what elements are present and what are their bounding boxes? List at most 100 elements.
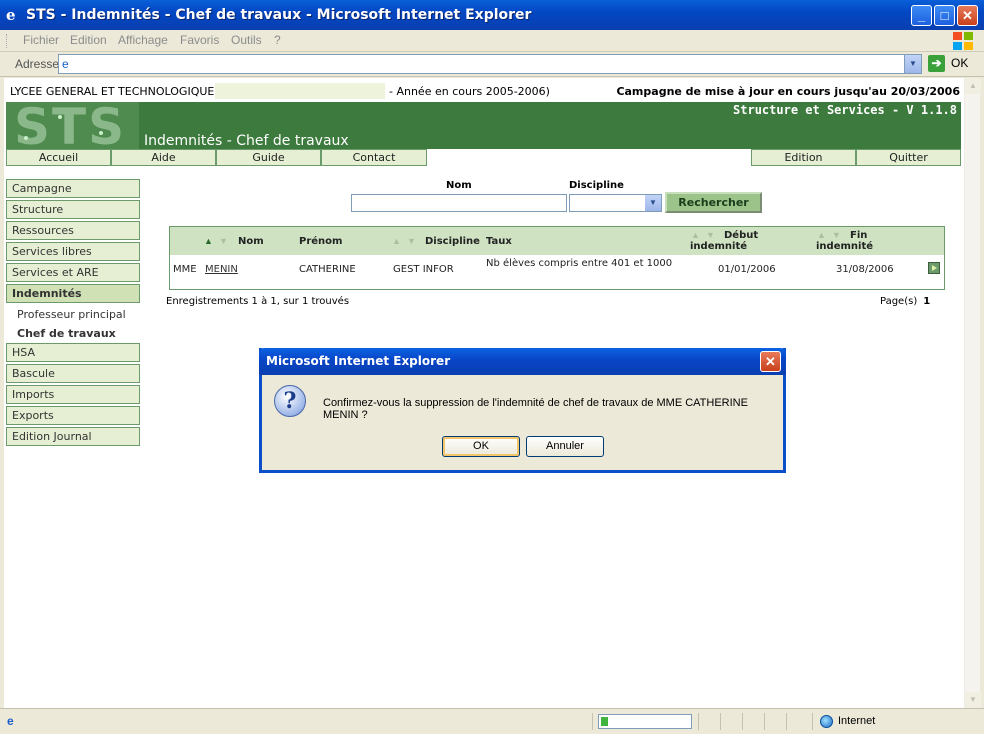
tab-contact[interactable]: Contact <box>321 149 427 166</box>
results-table: ▲ ▼ Nom Prénom ▲ ▼ Discipline Taux ▲ ▼ D… <box>169 226 945 290</box>
school-name: LYCEE GENERAL ET TECHNOLOGIQUE <box>10 85 215 98</box>
dialog-message: Confirmez-vous la suppression de l'indem… <box>323 397 748 421</box>
search-nom-label: Nom <box>446 180 472 191</box>
sidebar-item-edition-journal[interactable]: Edition Journal <box>6 427 140 446</box>
sidebar-item-bascule[interactable]: Bascule <box>6 364 140 383</box>
logo-dot <box>24 136 28 140</box>
address-bar: Adresse e ▼ ➔ OK <box>0 52 984 77</box>
internet-globe-icon <box>820 715 833 728</box>
app-version: Structure et Services - V 1.1.8 <box>733 103 957 117</box>
progress-fill <box>601 717 608 726</box>
search-nom-input[interactable] <box>351 194 567 212</box>
logo-dot <box>99 131 103 135</box>
search-discipline-label: Discipline <box>569 180 624 191</box>
sort-desc-icon[interactable]: ▼ <box>219 236 228 246</box>
records-count: Enregistrements 1 à 1, sur 1 trouvés <box>166 296 350 307</box>
school-year: - Année en cours 2005-2006) <box>389 85 550 98</box>
maximize-button[interactable]: □ <box>934 5 955 26</box>
minimize-button[interactable]: _ <box>911 5 932 26</box>
search-discipline-select[interactable]: ▼ <box>569 194 662 212</box>
header-nom[interactable]: Nom <box>238 236 264 247</box>
sidebar-item-hsa[interactable]: HSA <box>6 343 140 362</box>
row-debut: 01/01/2006 <box>718 264 776 275</box>
page-title: Indemnités - Chef de travaux <box>144 133 349 149</box>
address-input[interactable]: e ▼ <box>58 54 922 74</box>
menu-help[interactable]: ? <box>274 33 281 47</box>
address-label: Adresse <box>15 57 60 71</box>
sidebar-item-exports[interactable]: Exports <box>6 406 140 425</box>
banner: STS Structure et Services - V 1.1.8 Inde… <box>6 102 961 149</box>
sidebar-item-ressources[interactable]: Ressources <box>6 221 140 240</box>
status-divider <box>592 713 593 730</box>
ie-logo-icon: e <box>6 6 16 24</box>
row-action-arrow-icon[interactable] <box>928 262 940 274</box>
rechercher-button[interactable]: Rechercher <box>665 192 762 213</box>
row-taux: Nb élèves compris entre 401 et 1000 <box>486 258 673 269</box>
status-divider <box>786 713 787 730</box>
header-taux: Taux <box>486 236 512 247</box>
go-arrow-icon: ➔ <box>928 55 945 72</box>
close-button[interactable]: ✕ <box>957 5 978 26</box>
address-dropdown-icon[interactable]: ▼ <box>904 55 921 73</box>
header-prenom: Prénom <box>299 236 343 247</box>
logo-text: STS <box>14 102 127 149</box>
menu-edition[interactable]: Edition <box>70 33 107 47</box>
page-icon: e <box>62 57 69 71</box>
sort-asc-icon[interactable]: ▲ <box>392 236 401 246</box>
dialog-title: Microsoft Internet Explorer <box>259 348 786 375</box>
scroll-up-icon[interactable]: ▲ <box>965 78 981 94</box>
menu-favoris[interactable]: Favoris <box>180 33 219 47</box>
row-prenom: CATHERINE <box>299 264 356 275</box>
tab-edition[interactable]: Edition <box>751 149 856 166</box>
row-discipline: GEST INFOR <box>393 264 454 275</box>
sort-asc-icon[interactable]: ▲ <box>204 236 213 246</box>
sidebar-item-services-are[interactable]: Services et ARE <box>6 263 140 282</box>
sidebar-subitem-professeur-principal[interactable]: Professeur principal <box>17 308 126 321</box>
row-fin: 31/08/2006 <box>836 264 894 275</box>
pagination: Page(s) 1 <box>880 296 930 307</box>
status-divider <box>720 713 721 730</box>
ok-button[interactable]: OK <box>442 436 520 457</box>
window-title: STS - Indemnités - Chef de travaux - Mic… <box>26 7 532 23</box>
sidebar-item-structure[interactable]: Structure <box>6 200 140 219</box>
toolbar-grip <box>6 34 9 48</box>
confirm-dialog: Microsoft Internet Explorer ✕ ? Confirme… <box>259 348 786 473</box>
go-label: OK <box>951 56 969 70</box>
info-bar: LYCEE GENERAL ET TECHNOLOGIQUE - Année e… <box>4 82 964 100</box>
vertical-scrollbar[interactable]: ▲ ▼ <box>964 78 981 708</box>
dialog-close-button[interactable]: ✕ <box>760 351 781 372</box>
chevron-down-icon[interactable]: ▼ <box>645 195 661 211</box>
pages-label: Page(s) <box>880 296 918 307</box>
menu-affichage[interactable]: Affichage <box>118 33 168 47</box>
sts-logo: STS <box>6 102 139 149</box>
sidebar-item-imports[interactable]: Imports <box>6 385 140 404</box>
row-nom-link[interactable]: MENIN <box>205 264 238 275</box>
page-number[interactable]: 1 <box>923 296 930 307</box>
status-divider <box>764 713 765 730</box>
nav-tabs: Accueil Aide Guide Contact Edition Quitt… <box>6 149 961 166</box>
tab-guide[interactable]: Guide <box>216 149 321 166</box>
header-debut[interactable]: Début indemnité <box>690 230 780 252</box>
table-header: ▲ ▼ Nom Prénom ▲ ▼ Discipline Taux ▲ ▼ D… <box>170 227 944 255</box>
sidebar-subitem-chef-de-travaux[interactable]: Chef de travaux <box>17 327 116 340</box>
annuler-button[interactable]: Annuler <box>526 436 604 457</box>
tab-accueil[interactable]: Accueil <box>6 149 111 166</box>
row-civilite: MME <box>173 264 197 275</box>
sidebar-item-campagne[interactable]: Campagne <box>6 179 140 198</box>
logo-dot <box>58 115 62 119</box>
tab-aide[interactable]: Aide <box>111 149 216 166</box>
scroll-down-icon[interactable]: ▼ <box>965 692 981 708</box>
sidebar-item-indemnites[interactable]: Indemnités <box>6 284 140 303</box>
menu-fichier[interactable]: Fichier <box>23 33 59 47</box>
progress-bar <box>598 714 692 729</box>
question-icon: ? <box>274 385 306 417</box>
sort-desc-icon[interactable]: ▼ <box>407 236 416 246</box>
header-fin[interactable]: Fin indemnité <box>816 230 896 252</box>
header-discipline[interactable]: Discipline <box>425 236 480 247</box>
windows-logo-icon <box>953 32 973 50</box>
sidebar-item-services-libres[interactable]: Services libres <box>6 242 140 261</box>
go-button[interactable]: ➔ OK <box>928 55 978 73</box>
tab-quitter[interactable]: Quitter <box>856 149 961 166</box>
campagne-deadline: Campagne de mise à jour en cours jusqu'a… <box>616 85 960 98</box>
menu-outils[interactable]: Outils <box>231 33 262 47</box>
